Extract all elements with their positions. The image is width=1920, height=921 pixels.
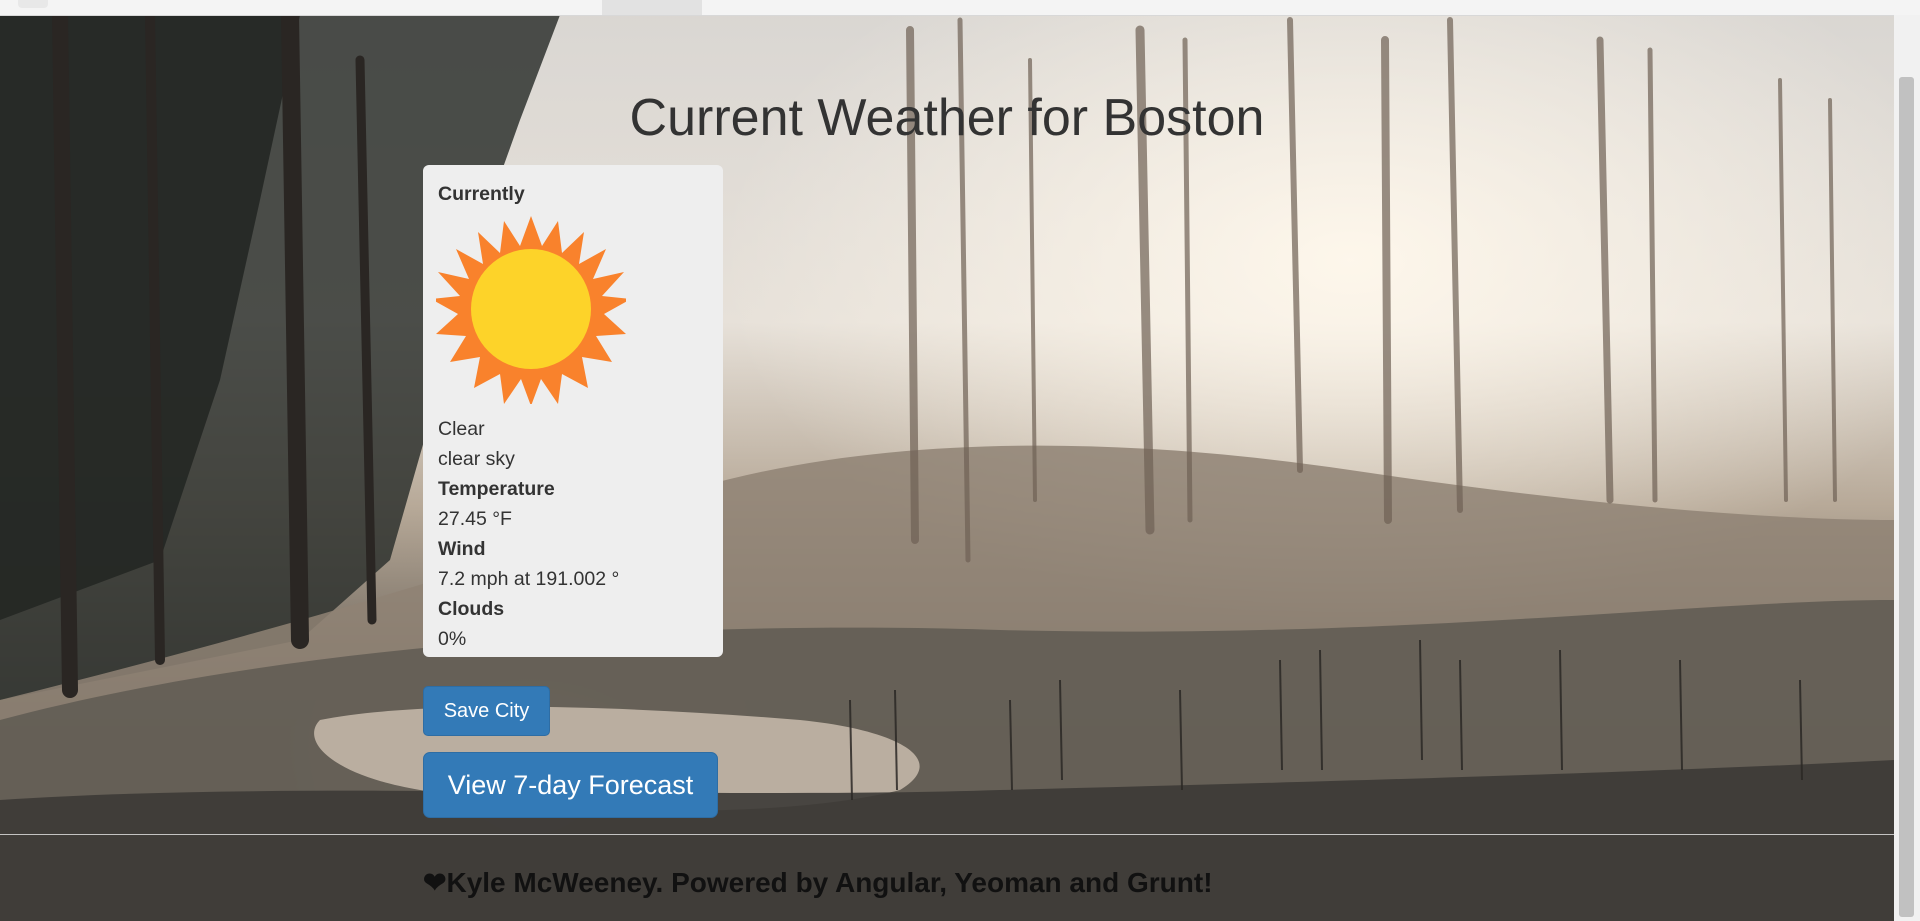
browser-tab-active[interactable] <box>602 0 702 15</box>
temperature-label: Temperature <box>438 478 555 500</box>
view-forecast-button[interactable]: View 7-day Forecast <box>423 752 718 818</box>
browser-tab-strip <box>0 0 1920 16</box>
page-scrollbar[interactable] <box>1894 15 1920 921</box>
sun-icon <box>436 214 626 404</box>
currently-heading: Currently <box>438 183 525 205</box>
footer-divider <box>0 834 1894 835</box>
clouds-value: 0% <box>438 628 467 650</box>
temperature-value: 27.45 °F <box>438 508 512 530</box>
current-weather-panel: Currently Clear clear sky Temperature 27… <box>423 165 723 657</box>
main-content: Current Weather for Boston Currently Cle… <box>0 0 1894 921</box>
footer-text: Kyle McWeeney. Powered by Angular, Yeoma… <box>446 867 1213 898</box>
page-title: Current Weather for Boston <box>629 89 1265 147</box>
footer: ❤Kyle McWeeney. Powered by Angular, Yeom… <box>423 866 1213 900</box>
description-text: clear sky <box>438 448 515 470</box>
wind-label: Wind <box>438 538 486 560</box>
scrollbar-thumb[interactable] <box>1899 77 1914 917</box>
wind-value: 7.2 mph at 191.002 ° <box>438 568 620 590</box>
browser-tab[interactable] <box>18 0 48 8</box>
heart-icon: ❤ <box>423 867 447 898</box>
save-city-button[interactable]: Save City <box>423 686 550 736</box>
condition-text: Clear <box>438 418 485 440</box>
clouds-label: Clouds <box>438 598 505 620</box>
